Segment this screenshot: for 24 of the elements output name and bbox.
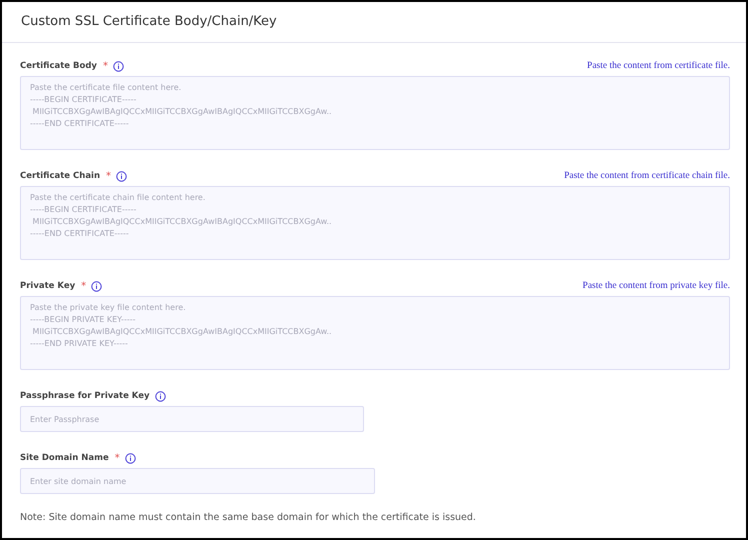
input-field[interactable]: Enter Passphrase xyxy=(20,406,364,432)
text-area[interactable]: Paste the certificate chain file content here. -----BEGIN CERTIFICATE----- MIIGiTCCBXGgAwIBAgIQCCxMIIGiTCCBXGgAwIBAgIQCCxMIIGiTCCBXGgAw.. -----END CERTIFICATE----- xyxy=(20,186,730,260)
required-asterisk: * xyxy=(102,60,108,74)
field-label: Passphrase for Private Key xyxy=(20,390,150,402)
hint-text: Paste the content from private key file. xyxy=(582,280,730,293)
required-asterisk: * xyxy=(106,170,112,184)
input-field[interactable]: Enter site domain name xyxy=(20,468,375,494)
info-icon[interactable] xyxy=(124,452,136,464)
field-label: Site Domain Name xyxy=(20,452,109,464)
info-icon[interactable] xyxy=(154,390,166,402)
field-label: Certificate Body xyxy=(20,60,97,72)
panel-title: Custom SSL Certificate Body/Chain/Key xyxy=(21,13,277,32)
text-area[interactable]: Paste the private key file content here. -----BEGIN PRIVATE KEY----- MIIGiTCCBXGgAwIBAgIQCCxMIIGiTCCBXGgAwIBAgIQCCxMIIGiTCCBXGgAw.. -----END PRIVATE KEY----- xyxy=(20,296,730,370)
note-text: Note: Site domain name must contain the same base domain for which the certificate is issued. xyxy=(20,511,477,525)
info-icon[interactable] xyxy=(112,60,124,72)
field-label: Certificate Chain xyxy=(20,170,100,182)
info-icon[interactable] xyxy=(91,280,102,292)
hint-text: Paste the content from certificate chain file. xyxy=(564,170,730,183)
field-label: Private Key xyxy=(20,280,76,292)
required-asterisk: * xyxy=(114,452,120,466)
text-area[interactable]: Paste the certificate file content here. -----BEGIN CERTIFICATE----- MIIGiTCCBXGgAwIBAgIQCCxMIIGiTCCBXGgAwIBAgIQCCxMIIGiTCCBXGgAw.. -----END CERTIFICATE----- xyxy=(20,76,730,150)
required-asterisk: * xyxy=(81,280,86,294)
hint-text: Paste the content from certificate file. xyxy=(587,60,730,73)
info-icon[interactable] xyxy=(116,170,128,182)
